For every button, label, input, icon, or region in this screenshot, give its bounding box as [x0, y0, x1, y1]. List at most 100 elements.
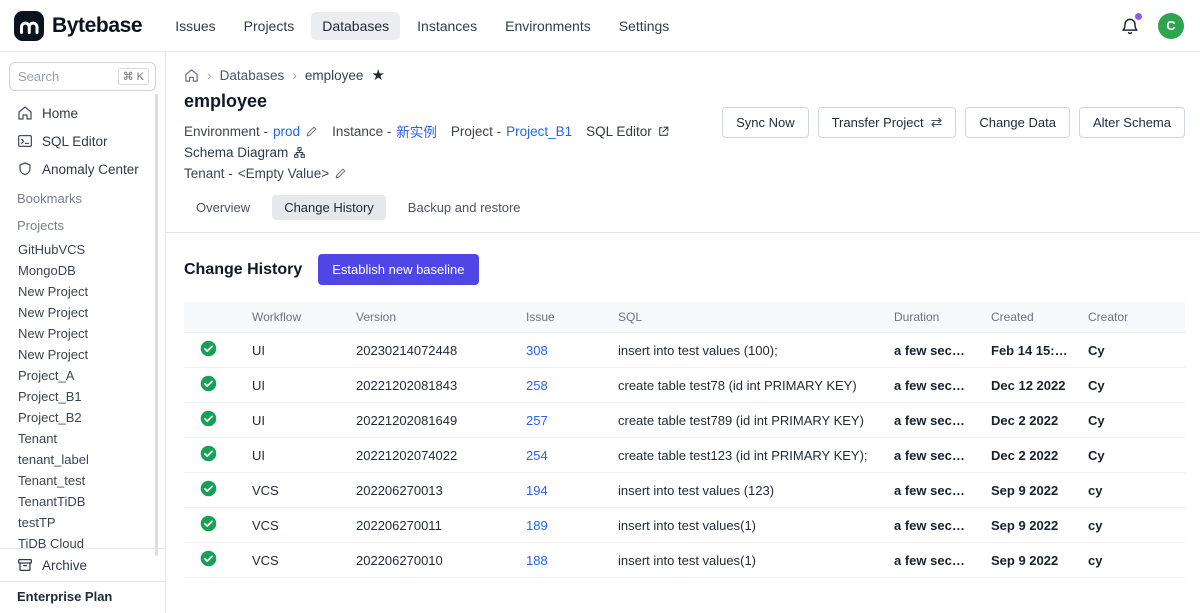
- column-created: Created: [981, 302, 1078, 333]
- sidebar-project-tenant[interactable]: Tenant: [0, 428, 165, 449]
- favorite-star-icon[interactable]: ★: [371, 68, 384, 83]
- sidebar-project-project-b2[interactable]: Project_B2: [0, 407, 165, 428]
- workflow-cell: UI: [242, 438, 346, 473]
- sidebar-project-new-project-2[interactable]: New Project: [0, 302, 165, 323]
- shield-icon: [17, 161, 33, 177]
- breadcrumb-databases[interactable]: Databases: [220, 68, 285, 83]
- breadcrumb-current: employee: [305, 68, 364, 83]
- bytebase-logo[interactable]: Bytebase: [14, 11, 142, 41]
- sidebar: ⌘ K Home SQL Editor Anomaly Center Bookm…: [0, 52, 166, 613]
- issue-link[interactable]: 189: [526, 518, 548, 533]
- sidebar-item-home[interactable]: Home: [0, 99, 165, 127]
- created-cell: Dec 12 2022: [981, 368, 1078, 403]
- issue-link[interactable]: 254: [526, 448, 548, 463]
- sql-editor-link[interactable]: SQL Editor: [586, 124, 670, 139]
- sql-cell: insert into test values(1): [608, 543, 884, 578]
- transfer-project-button[interactable]: Transfer Project ⇄: [818, 107, 957, 138]
- table-row[interactable]: UI 20230214072448 308 insert into test v…: [184, 333, 1185, 368]
- tab-overview[interactable]: Overview: [184, 195, 262, 220]
- nav-item-projects[interactable]: Projects: [233, 12, 306, 40]
- change-history-section-header: Change History Establish new baseline: [166, 233, 1200, 300]
- sidebar-project-project-a[interactable]: Project_A: [0, 365, 165, 386]
- breadcrumb-home-icon[interactable]: [184, 68, 199, 83]
- duration-cell: a few seconds: [884, 508, 981, 543]
- issue-link[interactable]: 258: [526, 378, 548, 393]
- user-avatar[interactable]: C: [1158, 13, 1184, 39]
- nav-item-settings[interactable]: Settings: [608, 12, 681, 40]
- nav-item-issues[interactable]: Issues: [164, 12, 226, 40]
- sidebar-item-sql-editor[interactable]: SQL Editor: [0, 127, 165, 155]
- sidebar-project-tenant-label[interactable]: tenant_label: [0, 449, 165, 470]
- sidebar-section-projects[interactable]: Projects: [0, 210, 165, 237]
- table-row[interactable]: UI 20221202081649 257 create table test7…: [184, 403, 1185, 438]
- instance-label: Instance -: [332, 124, 391, 139]
- project-link[interactable]: Project_B1: [506, 124, 572, 139]
- column-sql: SQL: [608, 302, 884, 333]
- sidebar-project-new-project-3[interactable]: New Project: [0, 323, 165, 344]
- workflow-cell: VCS: [242, 473, 346, 508]
- environment-link[interactable]: prod: [273, 124, 300, 139]
- column-issue: Issue: [516, 302, 608, 333]
- workflow-cell: VCS: [242, 508, 346, 543]
- archive-icon: [17, 557, 33, 573]
- page-head-row: employee Environment - prod Instance - 新…: [166, 89, 1200, 181]
- project-meta: Project - Project_B1: [451, 124, 572, 139]
- table-row[interactable]: VCS 202206270011 189 insert into test va…: [184, 508, 1185, 543]
- duration-cell: a few seconds: [884, 438, 981, 473]
- change-history-table-container: Workflow Version Issue SQL Duration Crea…: [166, 300, 1200, 578]
- table-row[interactable]: VCS 202206270010 188 insert into test va…: [184, 543, 1185, 578]
- topbar-right: C: [1120, 13, 1184, 39]
- page-header: › Databases › employee ★ employee Enviro…: [166, 52, 1200, 233]
- sidebar-project-new-project-4[interactable]: New Project: [0, 344, 165, 365]
- edit-tenant-pencil-icon[interactable]: [334, 167, 347, 180]
- sidebar-project-tidb-cloud[interactable]: TiDB Cloud: [0, 533, 165, 548]
- sidebar-project-project-b1[interactable]: Project_B1: [0, 386, 165, 407]
- nav-item-environments[interactable]: Environments: [494, 12, 602, 40]
- sidebar-scrollbar[interactable]: [155, 94, 158, 556]
- issue-link[interactable]: 194: [526, 483, 548, 498]
- tab-backup-and-restore[interactable]: Backup and restore: [396, 195, 533, 220]
- sidebar-project-new-project-1[interactable]: New Project: [0, 281, 165, 302]
- instance-link[interactable]: 新实例: [396, 121, 437, 141]
- nav-item-databases[interactable]: Databases: [311, 12, 400, 40]
- tenant-value: <Empty Value>: [238, 166, 329, 181]
- schema-diagram-link[interactable]: Schema Diagram: [184, 145, 306, 160]
- alter-schema-button[interactable]: Alter Schema: [1079, 107, 1185, 138]
- table-row[interactable]: UI 20221202081843 258 create table test7…: [184, 368, 1185, 403]
- sidebar-project-githubvcs[interactable]: GitHubVCS: [0, 239, 165, 260]
- search-box[interactable]: ⌘ K: [9, 62, 156, 91]
- sidebar-project-testtp[interactable]: testTP: [0, 512, 165, 533]
- sidebar-section-bookmarks[interactable]: Bookmarks: [0, 183, 165, 210]
- sql-cell: create table test789 (id int PRIMARY KEY…: [608, 403, 884, 438]
- establish-baseline-button[interactable]: Establish new baseline: [318, 254, 478, 285]
- change-data-button[interactable]: Change Data: [965, 107, 1070, 138]
- issue-link[interactable]: 308: [526, 343, 548, 358]
- project-label: Project -: [451, 124, 501, 139]
- edit-environment-pencil-icon[interactable]: [305, 125, 318, 138]
- issue-link[interactable]: 257: [526, 413, 548, 428]
- nav-item-instances[interactable]: Instances: [406, 12, 488, 40]
- creator-cell: Cy: [1078, 403, 1185, 438]
- column-version: Version: [346, 302, 516, 333]
- sync-now-button[interactable]: Sync Now: [722, 107, 809, 138]
- search-input[interactable]: [18, 69, 118, 84]
- notifications-bell-icon[interactable]: [1120, 16, 1140, 36]
- creator-cell: cy: [1078, 543, 1185, 578]
- sidebar-project-tenant-test[interactable]: Tenant_test: [0, 470, 165, 491]
- success-check-icon: [200, 480, 217, 497]
- sidebar-project-list: GitHubVCS MongoDB New Project New Projec…: [0, 237, 165, 548]
- section-title: Change History: [184, 261, 302, 279]
- change-history-table: Workflow Version Issue SQL Duration Crea…: [184, 302, 1185, 578]
- sidebar-item-archive[interactable]: Archive: [0, 548, 165, 581]
- tab-change-history[interactable]: Change History: [272, 195, 386, 220]
- table-row[interactable]: UI 20221202074022 254 create table test1…: [184, 438, 1185, 473]
- app-shell: ⌘ K Home SQL Editor Anomaly Center Bookm…: [0, 52, 1200, 613]
- sidebar-item-anomaly-center[interactable]: Anomaly Center: [0, 155, 165, 183]
- issue-link[interactable]: 188: [526, 553, 548, 568]
- sidebar-project-mongodb[interactable]: MongoDB: [0, 260, 165, 281]
- table-row[interactable]: VCS 202206270013 194 insert into test va…: [184, 473, 1185, 508]
- duration-cell: a few seconds: [884, 473, 981, 508]
- version-cell: 20221202074022: [346, 438, 516, 473]
- sidebar-project-tenanttidb[interactable]: TenantTiDB: [0, 491, 165, 512]
- topbar: Bytebase Issues Projects Databases Insta…: [0, 0, 1200, 52]
